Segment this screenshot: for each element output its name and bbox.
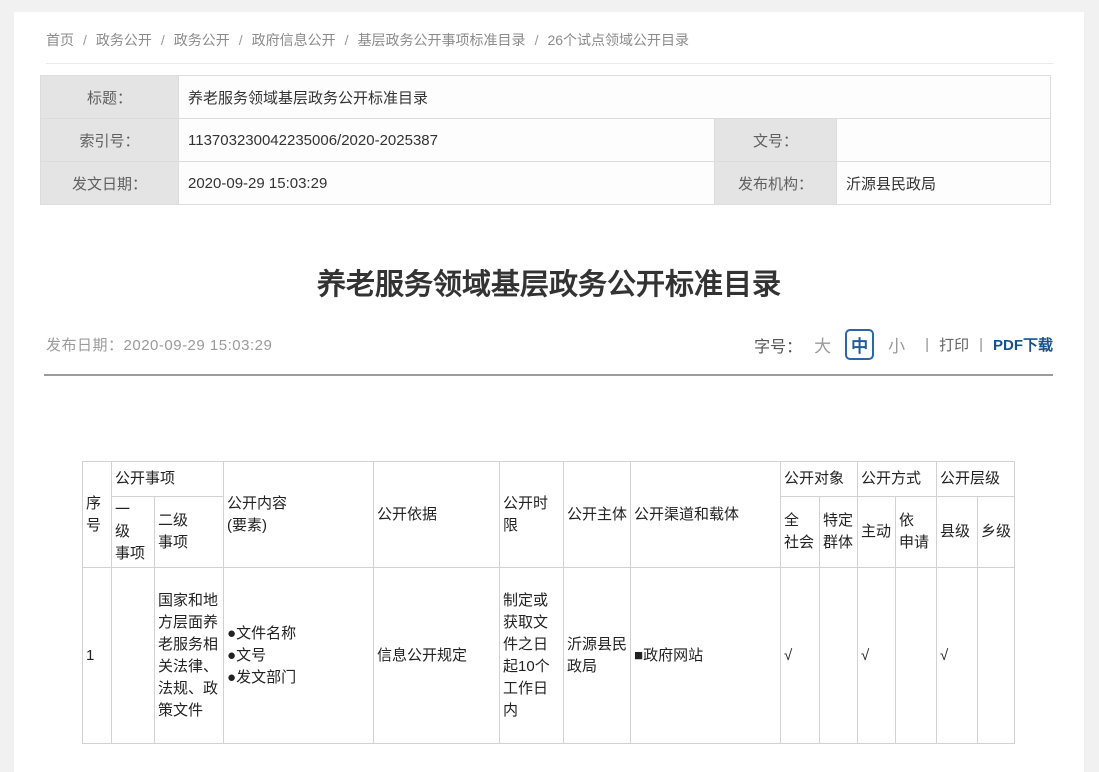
print-button[interactable]: 打印 (939, 334, 969, 355)
cell-level1 (112, 568, 155, 744)
toolbar-divider: | (925, 336, 929, 353)
cell-method-request (896, 568, 937, 744)
fontsize-medium-button[interactable]: 中 (845, 329, 874, 360)
cell-level-township (978, 568, 1015, 744)
disclosure-catalog-table: 序 号 公开事项 公开内容 (要素) 公开依据 公开时 限 公开主体 公开渠道和… (82, 461, 1015, 744)
toolbar-actions: 字号： 大 中 小 | 打印 | PDF下载 (754, 329, 1053, 360)
meta-agency-label: 发布机构： (715, 162, 837, 205)
col-level2: 二级 事项 (155, 497, 224, 568)
breadcrumb-separator: / (239, 32, 243, 48)
col-level-group: 公开层级 (937, 462, 1015, 497)
cell-subject: 沂源县民政局 (564, 568, 631, 744)
meta-row-title: 标题： 养老服务领域基层政务公开标准目录 (41, 76, 1051, 119)
fontsize-large-button[interactable]: 大 (808, 329, 837, 360)
col-method-request: 依 申请 (896, 497, 937, 568)
col-content: 公开内容 (要素) (224, 462, 374, 568)
col-target-group: 公开对象 (781, 462, 858, 497)
meta-docnum-label: 文号： (715, 119, 837, 162)
cell-level-county: √ (937, 568, 978, 744)
breadcrumb-separator: / (161, 32, 165, 48)
col-method-active: 主动 (858, 497, 896, 568)
col-method-group: 公开方式 (858, 462, 937, 497)
publish-date-value: 2020-09-29 15:03:29 (124, 337, 273, 354)
cell-target-specific (820, 568, 858, 744)
breadcrumb: 首页 / 政务公开 / 政务公开 / 政府信息公开 / 基层政务公开事项标准目录 / 26个试点领域… (46, 12, 1053, 64)
article-toolbar: 发布日期：2020-09-29 15:03:29 字号： 大 中 小 | 打印 … (46, 329, 1053, 360)
fontsize-small-button[interactable]: 小 (882, 329, 911, 360)
col-subject: 公开主体 (564, 462, 631, 568)
breadcrumb-pilot-catalog[interactable]: 26个试点领域公开目录 (547, 32, 689, 48)
fontsize-label: 字号： (754, 333, 802, 357)
meta-index-label: 索引号： (41, 119, 179, 162)
col-target-specific: 特定 群体 (820, 497, 858, 568)
meta-date-value: 2020-09-29 15:03:29 (179, 162, 715, 205)
breadcrumb-zwgk-2[interactable]: 政务公开 (174, 32, 230, 48)
cell-method-active: √ (858, 568, 896, 744)
breadcrumb-gov-info[interactable]: 政府信息公开 (252, 32, 336, 48)
pdf-download-button[interactable]: PDF下载 (993, 334, 1053, 355)
col-time-limit: 公开时 限 (500, 462, 564, 568)
meta-title-label: 标题： (41, 76, 179, 119)
meta-title-value: 养老服务领域基层政务公开标准目录 (179, 76, 1051, 119)
page-title: 养老服务领域基层政务公开标准目录 (14, 265, 1084, 305)
publish-date: 发布日期：2020-09-29 15:03:29 (46, 334, 272, 355)
col-item-group: 公开事项 (112, 462, 224, 497)
publish-date-label: 发布日期： (46, 337, 124, 354)
breadcrumb-separator: / (345, 32, 349, 48)
meta-row-index: 索引号： 113703230042235006/2020-2025387 文号： (41, 119, 1051, 162)
cell-level2: 国家和地方层面养老服务相关法律、法规、政策文件 (155, 568, 224, 744)
col-target-all: 全 社会 (781, 497, 820, 568)
meta-row-date: 发文日期： 2020-09-29 15:03:29 发布机构： 沂源县民政局 (41, 162, 1051, 205)
meta-index-value: 113703230042235006/2020-2025387 (179, 119, 715, 162)
col-level-township: 乡级 (978, 497, 1015, 568)
cell-basis: 信息公开规定 (374, 568, 500, 744)
col-channel: 公开渠道和载体 (631, 462, 781, 568)
col-basis: 公开依据 (374, 462, 500, 568)
cell-target-all: √ (781, 568, 820, 744)
document-meta-table: 标题： 养老服务领域基层政务公开标准目录 索引号： 11370323004223… (40, 75, 1051, 205)
meta-docnum-value (837, 119, 1051, 162)
catalog-row-1: 1 国家和地方层面养老服务相关法律、法规、政策文件 ●文件名称 ●文号 ●发文部… (83, 568, 1015, 744)
cell-channel: ■政府网站 (631, 568, 781, 744)
breadcrumb-standard-catalog[interactable]: 基层政务公开事项标准目录 (358, 32, 526, 48)
cell-time-limit: 制定或获取文件之日起10个工作日内 (500, 568, 564, 744)
breadcrumb-zwgk-1[interactable]: 政务公开 (96, 32, 152, 48)
catalog-header-row-1: 序 号 公开事项 公开内容 (要素) 公开依据 公开时 限 公开主体 公开渠道和… (83, 462, 1015, 497)
toolbar-divider: | (979, 336, 983, 353)
content-divider (44, 374, 1053, 376)
breadcrumb-separator: / (83, 32, 87, 48)
meta-date-label: 发文日期： (41, 162, 179, 205)
col-level-county: 县级 (937, 497, 978, 568)
content-card: 首页 / 政务公开 / 政务公开 / 政府信息公开 / 基层政务公开事项标准目录 / 26个试点领域… (14, 12, 1084, 772)
meta-agency-value: 沂源县民政局 (837, 162, 1051, 205)
breadcrumb-home[interactable]: 首页 (46, 32, 74, 48)
breadcrumb-separator: / (535, 32, 539, 48)
col-seq: 序 号 (83, 462, 112, 568)
cell-content: ●文件名称 ●文号 ●发文部门 (224, 568, 374, 744)
cell-seq: 1 (83, 568, 112, 744)
col-level1: 一 级 事项 (112, 497, 155, 568)
